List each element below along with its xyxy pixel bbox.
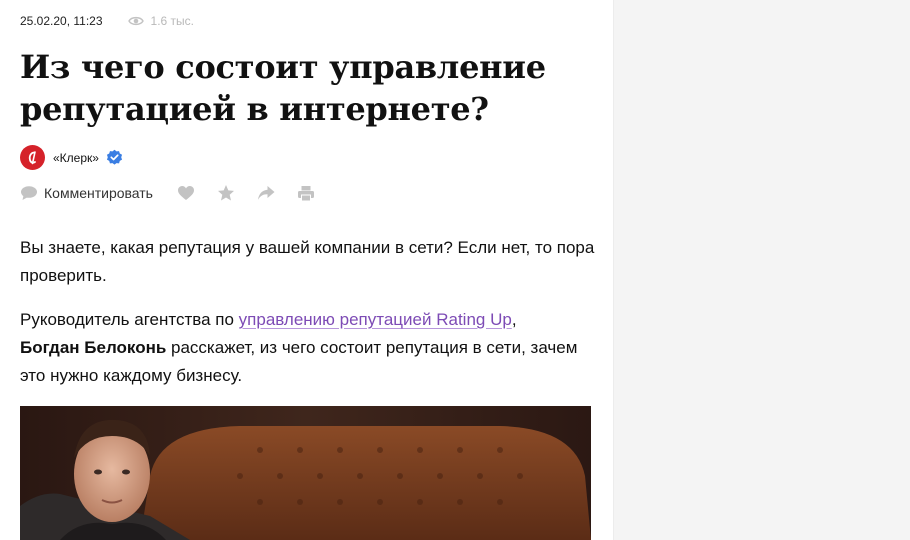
author-row[interactable]: «Клерк» (20, 145, 123, 170)
verified-badge-icon (106, 149, 122, 165)
views-count: 1.6 тыс. (150, 14, 195, 28)
article: 25.02.20, 11:23 1.6 тыс. Из чего состоит… (0, 0, 613, 540)
expert-name: Богдан Белоконь (20, 338, 167, 357)
klerk-logo-icon[interactable] (20, 145, 45, 170)
publish-date: 25.02.20, 11:23 (20, 14, 103, 28)
heart-icon[interactable] (177, 184, 195, 202)
article-photo (20, 406, 591, 540)
comment-label: Комментировать (44, 185, 153, 201)
views-counter: 1.6 тыс. (127, 14, 195, 28)
intro-text-start: Руководитель агентства по (20, 310, 239, 329)
intro-comma: , (511, 310, 517, 329)
author-name[interactable]: «Клерк» (53, 151, 99, 165)
article-title: Из чего состоит управление репутацией в … (20, 48, 546, 128)
article-meta: 25.02.20, 11:23 1.6 тыс. (20, 14, 194, 28)
eye-icon (127, 16, 144, 26)
lead-paragraph: Вы знаете, какая репутация у вашей компа… (20, 238, 595, 285)
reputation-management-link[interactable]: управлению репутацией Rating Up (239, 310, 512, 329)
article-actions: Комментировать (20, 184, 315, 202)
share-icon[interactable] (257, 184, 275, 202)
comment-icon (20, 185, 38, 201)
intro-paragraph: Руководитель агентства по управлению реп… (20, 306, 600, 390)
right-sidebar (613, 0, 910, 540)
star-icon[interactable] (217, 184, 235, 202)
comment-button[interactable]: Комментировать (20, 185, 153, 201)
print-icon[interactable] (297, 184, 315, 202)
